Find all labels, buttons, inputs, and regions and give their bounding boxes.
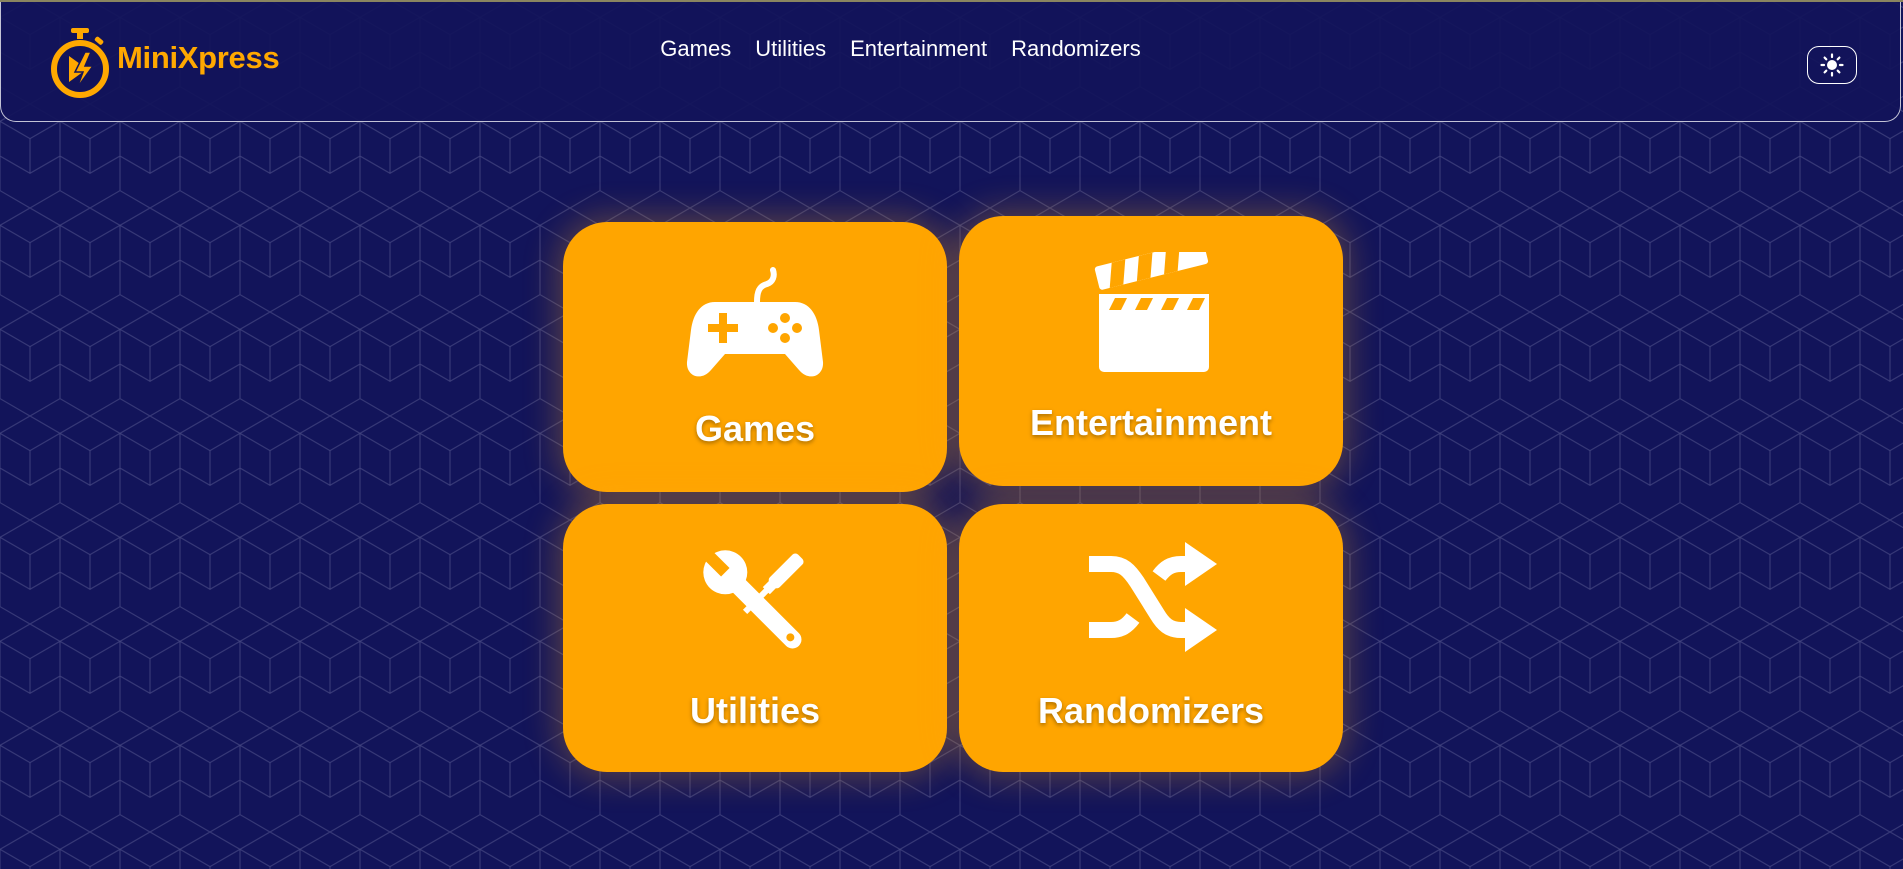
category-card-games[interactable]: Games — [563, 222, 947, 492]
nav-link-games[interactable]: Games — [660, 36, 731, 62]
clapperboard-icon — [1094, 252, 1209, 372]
hexagon-pattern-background — [0, 0, 1903, 869]
brand-name: MiniXpress — [117, 40, 280, 75]
main-nav: Games Utilities Entertainment Randomizer… — [1, 2, 1900, 122]
theme-toggle-button[interactable] — [1807, 46, 1857, 84]
category-label-games: Games — [694, 408, 816, 449]
nav-link-randomizers[interactable]: Randomizers — [1011, 36, 1141, 62]
top-accent-line — [0, 0, 1903, 2]
category-label-entertainment: Entertainment — [1029, 402, 1273, 443]
category-label-utilities: Utilities — [689, 690, 821, 731]
navbar: MiniXpress Games Utilities Entertainment… — [0, 2, 1901, 122]
stopwatch-lightning-icon — [51, 28, 109, 98]
tools-icon — [703, 550, 804, 649]
category-card-entertainment[interactable]: Entertainment — [959, 216, 1343, 486]
shuffle-icon — [1089, 542, 1217, 652]
nav-link-entertainment[interactable]: Entertainment — [850, 36, 987, 62]
gamepad-icon — [686, 267, 824, 377]
sun-icon — [1820, 53, 1844, 77]
category-card-utilities[interactable]: Utilities — [563, 504, 947, 772]
brand-home-link[interactable]: MiniXpress — [47, 26, 280, 102]
nav-link-utilities[interactable]: Utilities — [755, 36, 826, 62]
category-card-randomizers[interactable]: Randomizers — [959, 504, 1343, 772]
category-label-randomizers: Randomizers — [1037, 690, 1265, 731]
